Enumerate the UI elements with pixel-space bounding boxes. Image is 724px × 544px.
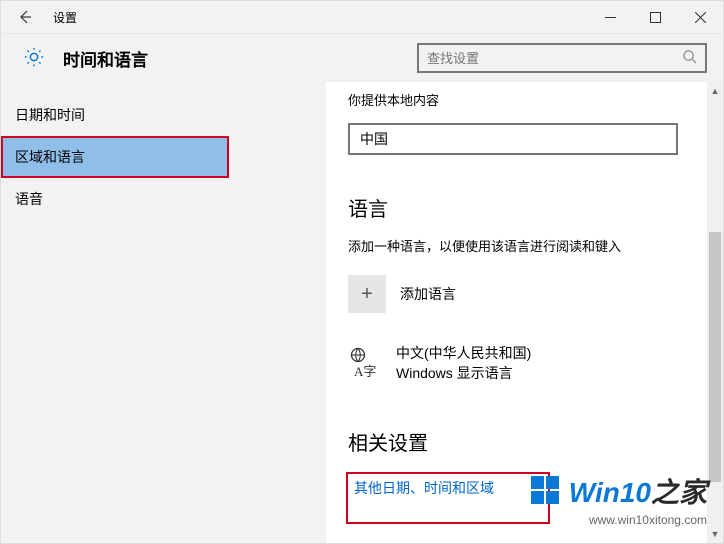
maximize-button[interactable] <box>633 1 678 34</box>
main-content: 你提供本地内容 中国 语言 添加一种语言，以便使用该语言进行阅读和键入 + 添加… <box>326 82 723 543</box>
window-controls <box>588 1 723 34</box>
scroll-thumb[interactable] <box>709 232 721 482</box>
related-link-highlight: 其他日期、时间和区域 <box>348 474 548 522</box>
related-link-other-date-time-region[interactable]: 其他日期、时间和区域 <box>354 480 494 496</box>
sidebar: 日期和时间 区域和语言 语音 <box>1 82 326 543</box>
scroll-down-button[interactable]: ▼ <box>707 525 723 543</box>
language-item[interactable]: A字 中文(中华人民共和国) Windows 显示语言 <box>348 343 705 383</box>
titlebar: 设置 <box>1 1 723 34</box>
country-dropdown[interactable]: 中国 <box>348 123 678 155</box>
plus-icon: + <box>348 275 386 313</box>
gear-icon <box>23 46 45 71</box>
body: 日期和时间 区域和语言 语音 你提供本地内容 中国 语言 添加一种语言，以便使用… <box>1 82 723 543</box>
language-heading: 语言 <box>348 193 705 222</box>
svg-text:A字: A字 <box>354 364 376 378</box>
sidebar-item-datetime[interactable]: 日期和时间 <box>1 94 326 136</box>
sidebar-item-label: 日期和时间 <box>15 105 85 125</box>
header: 时间和语言 <box>1 34 723 82</box>
sidebar-item-speech[interactable]: 语音 <box>1 178 326 220</box>
search-icon <box>682 49 697 67</box>
search-wrap <box>417 43 707 73</box>
language-name: 中文(中华人民共和国) <box>396 343 531 363</box>
window-title: 设置 <box>49 9 588 26</box>
close-icon <box>695 12 706 23</box>
language-glyph-icon: A字 <box>348 346 384 381</box>
language-subtext: Windows 显示语言 <box>396 363 531 383</box>
search-input[interactable] <box>427 51 682 66</box>
add-language-label: 添加语言 <box>400 284 456 304</box>
related-heading: 相关设置 <box>348 427 705 456</box>
maximize-icon <box>650 12 661 23</box>
back-button[interactable] <box>1 1 49 34</box>
sidebar-item-label: 语音 <box>15 189 43 209</box>
minimize-button[interactable] <box>588 1 633 34</box>
local-content-text: 你提供本地内容 <box>348 90 705 109</box>
scrollbar[interactable]: ▲ ▼ <box>707 82 723 543</box>
search-box[interactable] <box>417 43 707 73</box>
scroll-up-button[interactable]: ▲ <box>707 82 723 100</box>
arrow-left-icon <box>17 9 33 25</box>
language-description: 添加一种语言，以便使用该语言进行阅读和键入 <box>348 236 705 255</box>
country-value: 中国 <box>360 129 388 149</box>
minimize-icon <box>605 12 616 23</box>
page-heading: 时间和语言 <box>63 46 417 71</box>
language-text: 中文(中华人民共和国) Windows 显示语言 <box>396 343 531 383</box>
add-language-button[interactable]: + 添加语言 <box>348 275 705 313</box>
close-button[interactable] <box>678 1 723 34</box>
sidebar-item-region-language[interactable]: 区域和语言 <box>1 136 229 178</box>
sidebar-item-label: 区域和语言 <box>15 147 85 167</box>
